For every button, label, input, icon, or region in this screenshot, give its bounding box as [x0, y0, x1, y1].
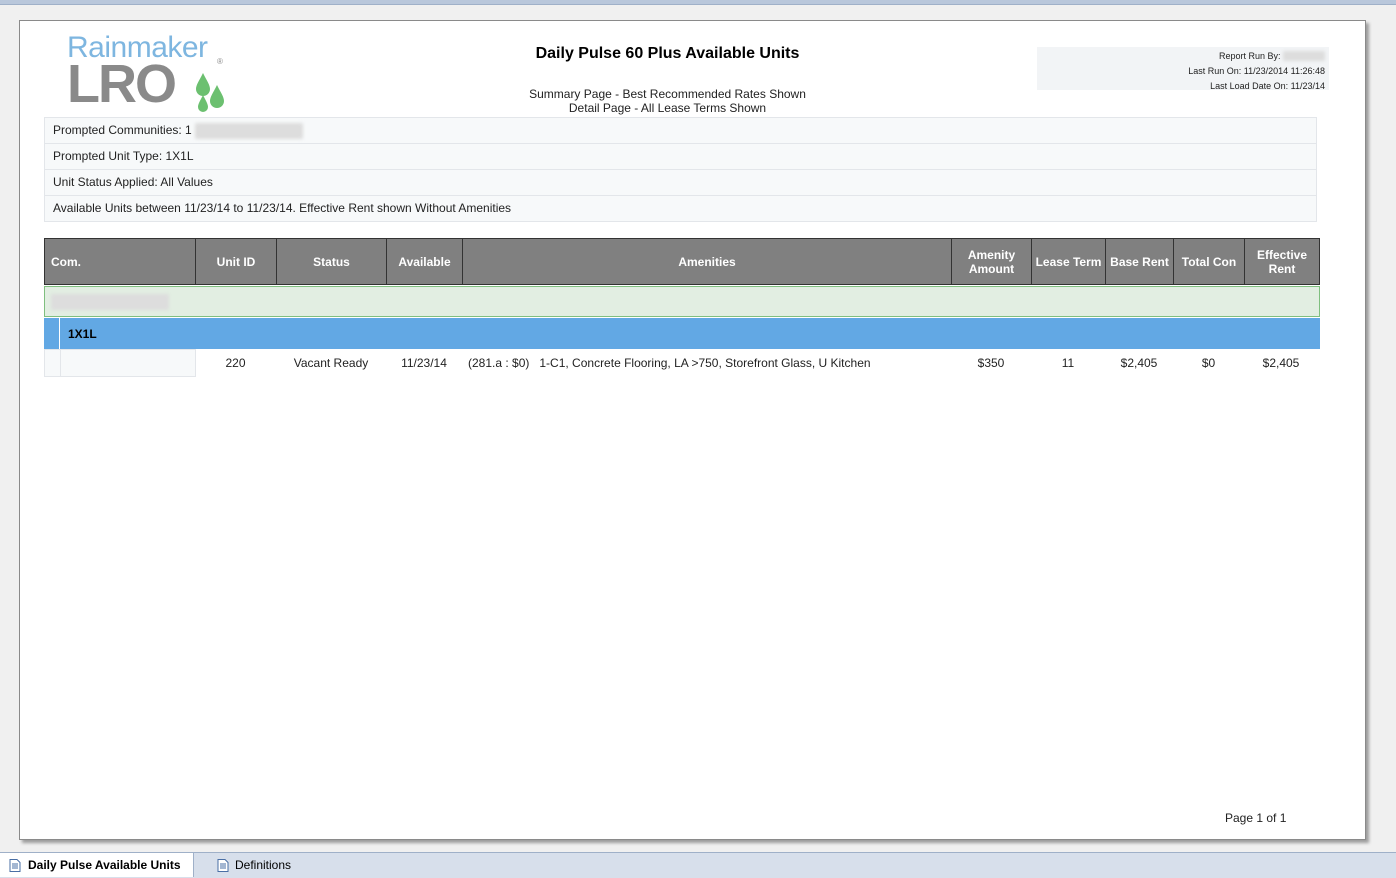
prompt-parameters: Prompted Communities: 1 x Prompted Unit …	[44, 117, 1317, 222]
col-status: Status	[277, 239, 387, 284]
row-com-cell	[44, 349, 196, 377]
logo-registered-mark: ®	[217, 57, 223, 66]
table-header: Com. Unit ID Status Available Amenities …	[44, 238, 1320, 285]
report-title: Daily Pulse 60 Plus Available Units	[535, 45, 800, 62]
group-indent-line	[59, 318, 60, 349]
redacted-community-name: x	[51, 294, 169, 310]
redacted-user: x	[1283, 51, 1325, 61]
report-subtitle-detail: Detail Page - All Lease Terms Shown	[568, 101, 767, 115]
cell-status: Vacant Ready	[293, 356, 369, 370]
col-base-rent: Base Rent	[1106, 239, 1174, 284]
last-run-text: Last Run On: 11/23/2014 11:26:48	[1188, 66, 1325, 76]
param-communities-text: Prompted Communities: 1	[53, 123, 192, 137]
col-total-con: Total Con	[1174, 239, 1245, 284]
tab-definitions-label: Definitions	[235, 858, 292, 872]
col-available: Available	[387, 239, 463, 284]
unit-type-group-row[interactable]: 1X1L	[44, 318, 1320, 349]
tab-definitions[interactable]: Definitions	[200, 853, 320, 877]
col-amenity-amount: Amenity Amount	[952, 239, 1032, 284]
logo-lro-text: LRO	[67, 54, 177, 114]
report-page: Rainmaker LRO ® Daily Pulse 60 Plus Avai…	[19, 20, 1366, 840]
col-lease-term: Lease Term	[1032, 239, 1106, 284]
param-communities: Prompted Communities: 1 x	[45, 118, 1316, 144]
report-viewer: Rainmaker LRO ® Daily Pulse 60 Plus Avai…	[0, 4, 1396, 853]
water-drops-icon	[196, 73, 224, 112]
param-unit-type: Prompted Unit Type: 1X1L	[45, 144, 1316, 170]
report-subtitle-summary: Summary Page - Best Recommended Rates Sh…	[529, 87, 806, 101]
table-row[interactable]: 220 Vacant Ready 11/23/14 (281.a : $0) 1…	[44, 349, 1320, 377]
redacted-community: x	[195, 122, 304, 139]
param-available-range: Available Units between 11/23/14 to 11/2…	[53, 201, 512, 215]
run-by-label: Report Run By:	[1218, 51, 1281, 61]
page-indicator: Page 1 of 1	[1225, 811, 1287, 825]
available-units-table: Com. Unit ID Status Available Amenities …	[44, 238, 1320, 377]
community-group-row[interactable]: x	[44, 286, 1320, 317]
run-by-line: Report Run By: x	[1219, 51, 1325, 61]
unit-type-label: 1X1L	[68, 327, 97, 341]
tab-daily-pulse-label: Daily Pulse Available Units	[28, 858, 181, 872]
cell-available: 11/23/14	[401, 356, 447, 370]
document-icon	[9, 859, 21, 872]
last-load-text: Last Load Date On: 11/23/14	[1210, 81, 1325, 91]
cell-effective-rent: $2,405	[1262, 356, 1300, 370]
cell-amenity-amount: $350	[977, 356, 1005, 370]
document-icon	[217, 859, 229, 872]
col-com: Com.	[45, 239, 196, 284]
cell-unit-id: 220	[225, 356, 246, 370]
cell-base-rent: $2,405	[1120, 356, 1158, 370]
param-unit-status: Unit Status Applied: All Values	[45, 170, 1316, 196]
tab-daily-pulse[interactable]: Daily Pulse Available Units	[0, 853, 194, 877]
run-info-panel: Report Run By: x Last Run On: 11/23/2014…	[1037, 47, 1329, 91]
report-tab-bar: Daily Pulse Available Units Definitions	[0, 852, 1396, 878]
rainmaker-lro-logo: Rainmaker LRO ®	[67, 31, 227, 114]
col-unit-id: Unit ID	[196, 239, 277, 284]
col-effective-rent: Effective Rent	[1256, 247, 1308, 276]
cell-total-con: $0	[1201, 356, 1216, 370]
cell-lease-term: 11	[1061, 356, 1075, 370]
cell-amenities: (281.a : $0) 1-C1, Concrete Flooring, LA…	[468, 356, 871, 370]
row-indent-line	[60, 350, 61, 376]
col-amenities: Amenities	[463, 239, 952, 284]
